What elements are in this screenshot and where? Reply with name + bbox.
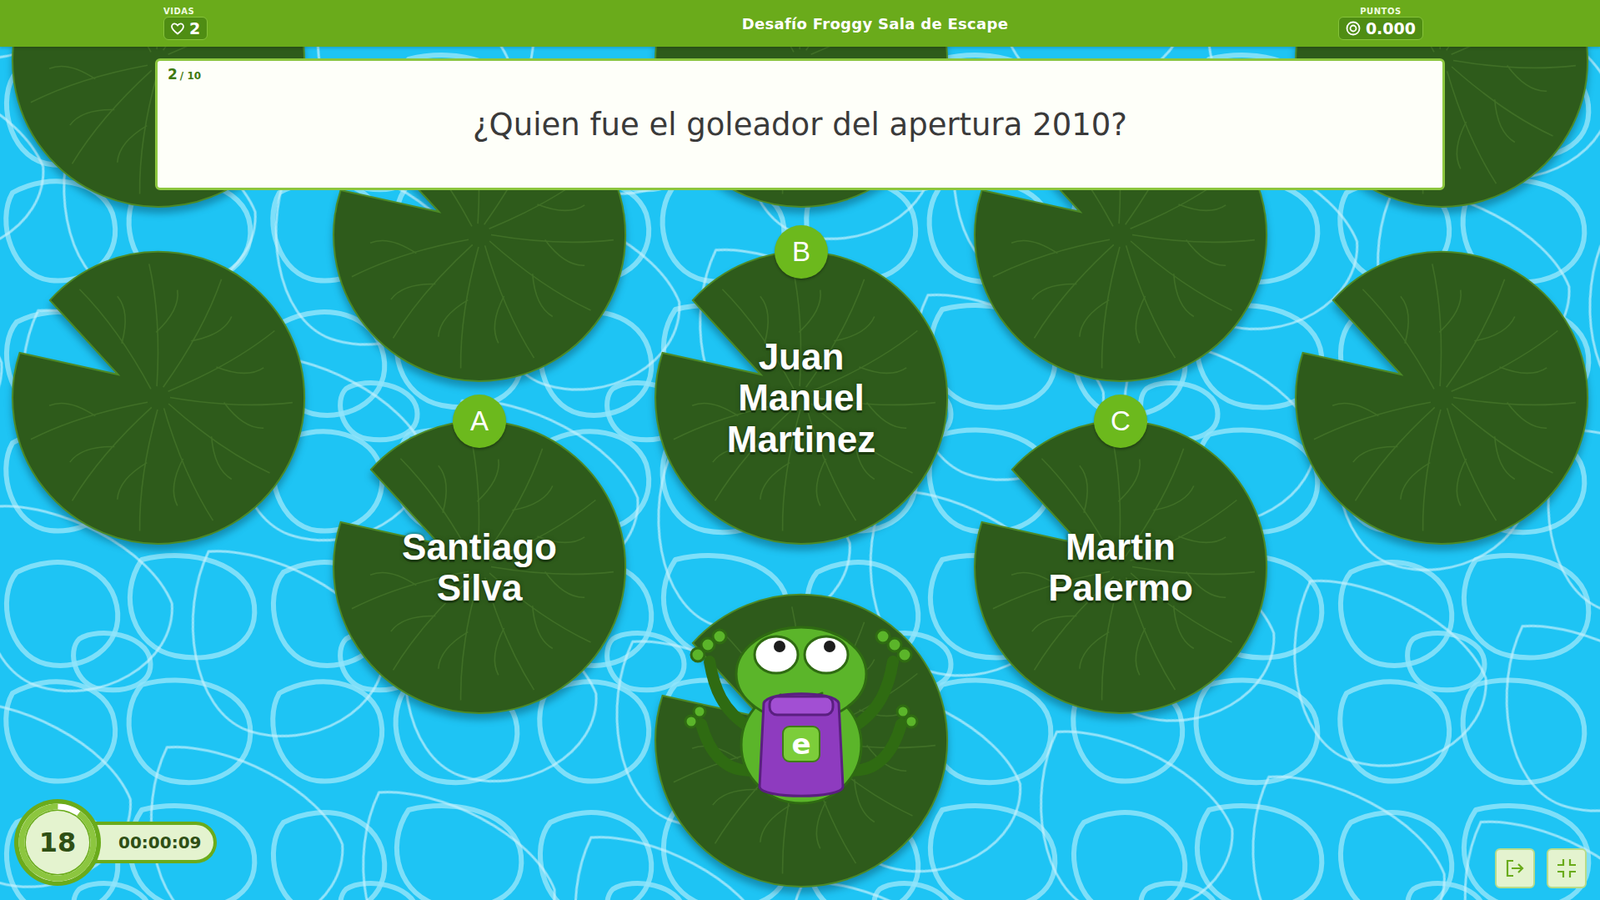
score-group: PUNTOS 0.000: [1338, 6, 1424, 41]
lives-pill: 2: [163, 16, 208, 41]
score-label: PUNTOS: [1359, 6, 1401, 16]
question-counter: 2/ 10: [167, 65, 201, 83]
elapsed-time: 00:00:09: [85, 821, 217, 863]
compress-icon: [1555, 857, 1578, 879]
pond: Santiago Silva A Juan Manuel Martinez B Mart…: [0, 46, 1600, 900]
lily-pad: [1285, 241, 1598, 554]
top-bar: VIDAS 2 Desafío Froggy Sala de Escape PUNTO…: [0, 0, 1600, 47]
answer-letter-badge[interactable]: A: [452, 394, 507, 448]
lives-value: 2: [189, 19, 201, 38]
toolbar: [1494, 847, 1587, 888]
countdown-fill: [11, 796, 104, 888]
question-card: 2/ 10 ¿Quien fue el goleador del apertura…: [155, 58, 1445, 191]
exit-icon: [1504, 857, 1526, 879]
answer-letter-badge[interactable]: B: [774, 225, 828, 279]
answer-option[interactable]: Juan Manuel Martinez: [697, 322, 906, 473]
game-title: Desafío Froggy Sala de Escape: [742, 15, 1009, 33]
exit-button[interactable]: [1494, 847, 1535, 888]
score-value: 0.000: [1365, 19, 1416, 38]
score-pill: 0.000: [1338, 16, 1424, 41]
lives-group: VIDAS 2: [163, 6, 743, 41]
countdown-ring: 18: [11, 796, 104, 888]
counter-total: / 10: [180, 70, 201, 82]
lives-label: VIDAS: [163, 6, 195, 16]
question-text: ¿Quien fue el goleador del apertura 2010…: [472, 106, 1128, 143]
countdown-seconds: 18: [11, 796, 104, 888]
answer-letter-badge[interactable]: C: [1093, 394, 1148, 448]
answer-option[interactable]: Martin Palermo: [1016, 491, 1225, 643]
backpack-logo: e: [791, 727, 811, 761]
answer-option[interactable]: Santiago Silva: [375, 491, 584, 643]
lily-pad: [2, 241, 315, 554]
frog: e: [676, 586, 927, 828]
heart-icon: [170, 22, 185, 36]
exit-fullscreen-button[interactable]: [1546, 847, 1587, 888]
counter-current: 2: [167, 65, 178, 83]
timer: 1800:00:09: [11, 796, 217, 888]
target-icon: [1345, 20, 1361, 36]
